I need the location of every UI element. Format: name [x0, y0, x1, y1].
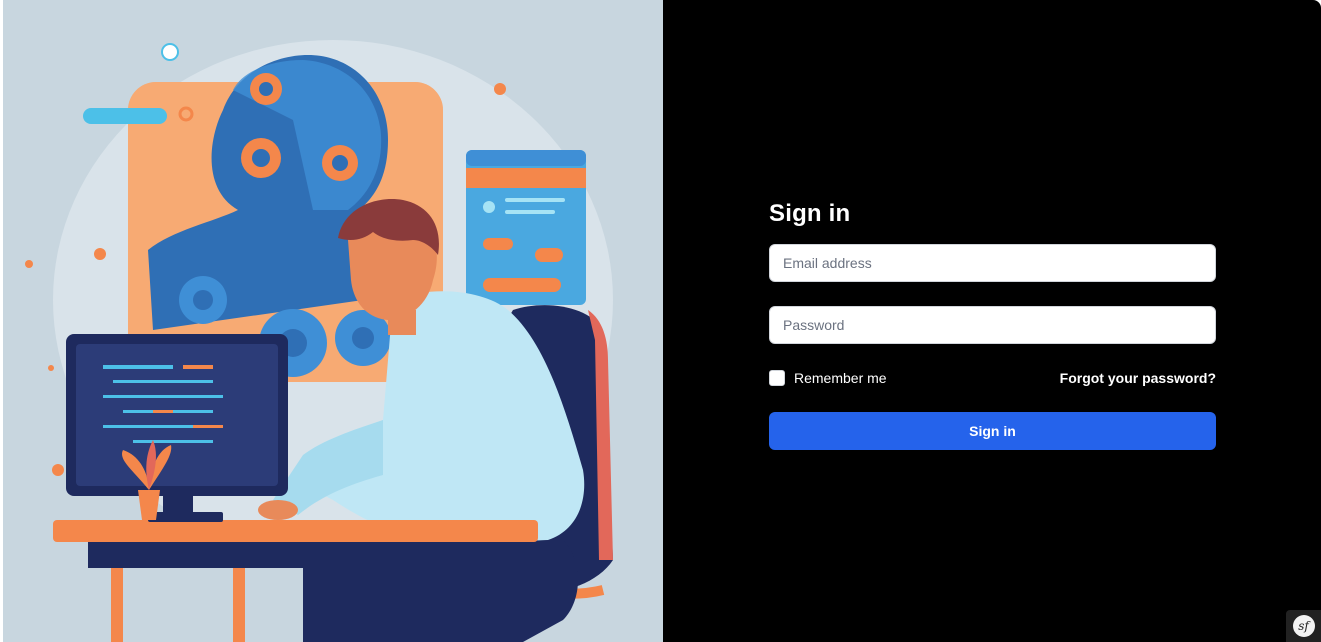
email-field[interactable] [769, 244, 1216, 282]
debug-toolbar-toggle[interactable]: sf [1286, 610, 1321, 642]
forgot-password-link[interactable]: Forgot your password? [1060, 370, 1216, 386]
remember-me[interactable]: Remember me [769, 369, 887, 387]
hero-illustration [3, 0, 663, 642]
page-title: Sign in [769, 200, 851, 227]
sign-in-button[interactable]: Sign in [769, 412, 1216, 450]
symfony-logo-icon: sf [1292, 615, 1315, 637]
remember-me-label: Remember me [794, 370, 887, 386]
developer-with-ai-illustration-icon [3, 0, 663, 642]
remember-me-checkbox[interactable] [769, 370, 785, 386]
login-panel: Sign in Remember me Forgot your password… [663, 0, 1321, 642]
symfony-logo-text: sf [1298, 619, 1309, 633]
password-field[interactable] [769, 306, 1216, 344]
